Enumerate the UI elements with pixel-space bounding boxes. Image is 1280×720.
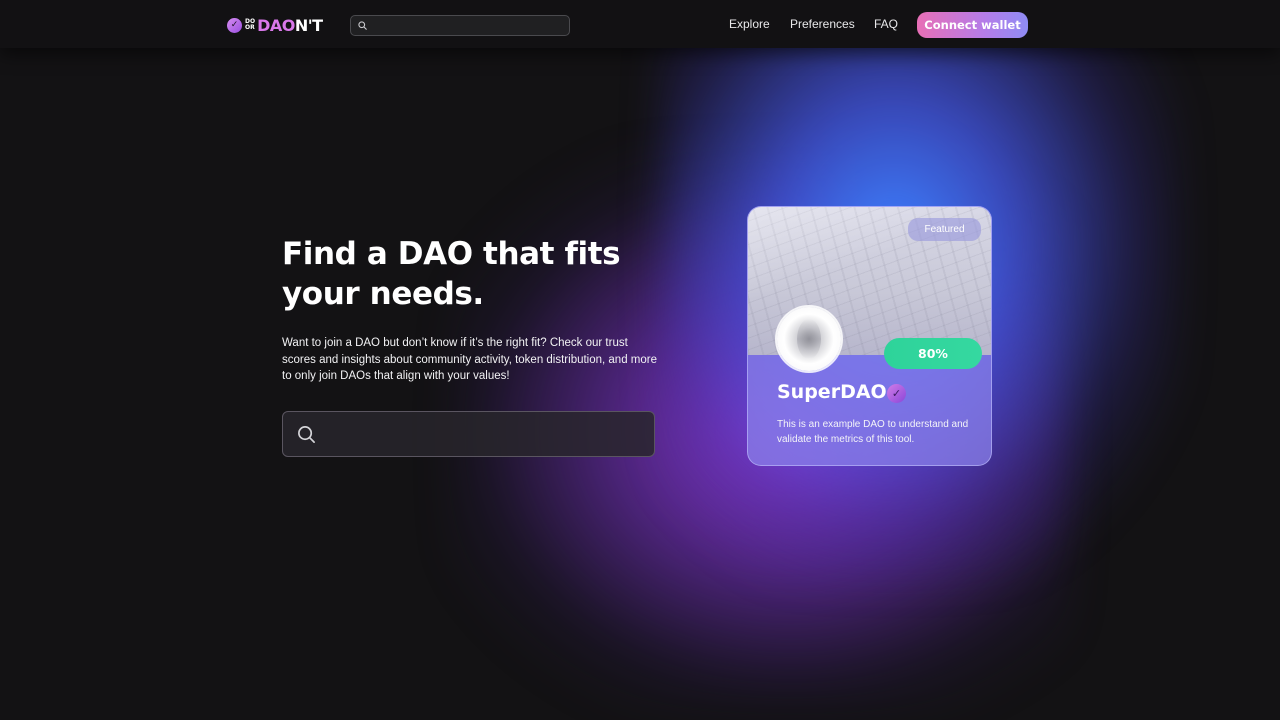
logo[interactable]: ✓ DO OR DAON'T (227, 15, 323, 35)
hero-search-input[interactable] (326, 426, 646, 442)
search-icon (298, 425, 315, 443)
connect-wallet-button[interactable]: Connect wallet (917, 12, 1028, 38)
logo-wordmark: DAON'T (257, 15, 323, 35)
nav-preferences[interactable]: Preferences (790, 17, 855, 31)
landing-page: ✓ DO OR DAON'T Explore Preferences FAQ C… (0, 0, 1280, 720)
header-search-input[interactable] (371, 19, 561, 32)
search-icon (358, 21, 367, 30)
featured-badge: Featured (908, 218, 981, 241)
nav-explore[interactable]: Explore (729, 17, 770, 31)
trust-score-badge: 80% (884, 338, 982, 369)
logo-small-text: DO OR (245, 18, 256, 31)
dao-avatar (777, 307, 841, 371)
featured-dao-card[interactable]: Featured 80% SuperDAO ✓ This is an examp… (747, 206, 992, 466)
logo-check-icon: ✓ (227, 17, 242, 33)
dao-description: This is an example DAO to understand and… (777, 419, 969, 445)
top-nav-bar: ✓ DO OR DAON'T Explore Preferences FAQ C… (0, 0, 1280, 48)
hero-description: Want to join a DAO but don’t know if it’… (282, 337, 657, 382)
header-search-box (350, 15, 570, 36)
hero-title: Find a DAO that fits your needs. (282, 236, 621, 312)
dao-name: SuperDAO (777, 381, 887, 403)
nav-faq[interactable]: FAQ (874, 17, 898, 31)
verified-icon: ✓ (887, 384, 906, 403)
hero-search-box (282, 411, 655, 457)
